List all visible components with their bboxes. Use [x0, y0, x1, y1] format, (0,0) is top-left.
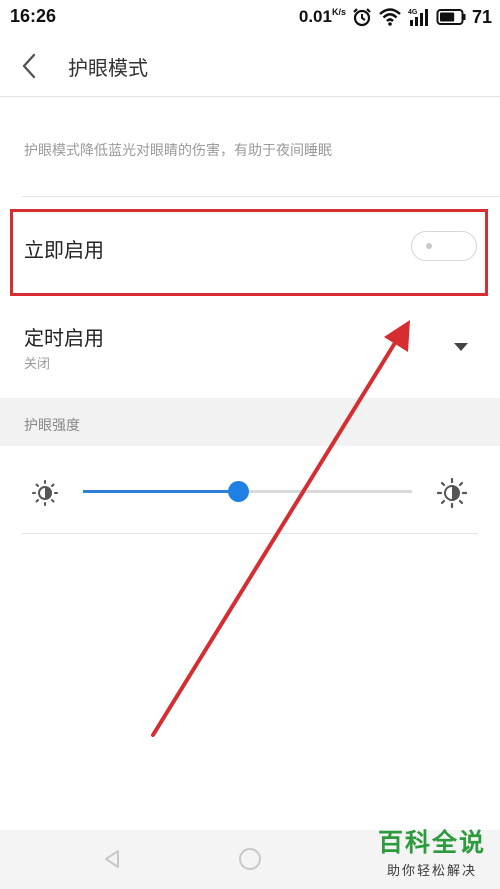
network-speed-unit: K/s [331, 7, 346, 17]
wifi-icon [378, 7, 402, 27]
page-title: 护眼模式 [68, 56, 148, 80]
header-divider [0, 96, 500, 97]
status-icons: 0.01K/s 4G 71 [299, 5, 492, 29]
brightness-high-icon [436, 477, 468, 509]
signal-icon: 4G [408, 7, 430, 27]
description-divider [22, 196, 500, 197]
chevron-down-icon[interactable] [454, 343, 468, 351]
status-bar: 16:26 0.01K/s 4G 71 [0, 0, 500, 34]
back-button[interactable] [14, 50, 50, 82]
brightness-low-icon [30, 478, 60, 508]
intensity-slider-thumb[interactable] [227, 481, 249, 502]
network-speed: 0.01K/s [299, 7, 346, 27]
network-speed-value: 0.01 [298, 7, 332, 26]
alarm-icon [352, 7, 372, 27]
schedule-enable-row[interactable]: 定时启用 关闭 [0, 310, 500, 396]
schedule-enable-value: 关闭 [24, 357, 51, 372]
instant-enable-row[interactable]: 立即启用 [0, 198, 500, 298]
battery-percent: 71 [471, 6, 492, 27]
header: 护眼模式 [0, 34, 500, 96]
network-type-label: 4G [408, 9, 418, 16]
nav-back-icon[interactable] [100, 847, 124, 871]
back-icon [22, 53, 36, 79]
instant-enable-toggle[interactable] [411, 231, 477, 261]
watermark-subtitle: 助你轻松解决 [386, 864, 477, 879]
instant-enable-label: 立即启用 [24, 238, 104, 262]
intensity-slider-fill [83, 490, 238, 493]
battery-icon [436, 8, 466, 26]
watermark-title: 百科全说 [377, 828, 486, 857]
schedule-enable-label: 定时启用 [24, 326, 104, 350]
watermark-logo: 百科全说 助你轻松解决 [368, 826, 496, 886]
status-time: 16:26 [10, 6, 57, 26]
intensity-slider[interactable] [83, 481, 412, 502]
toggle-knob [426, 243, 432, 249]
intensity-section-header: 护眼强度 [0, 398, 500, 446]
slider-divider [22, 533, 478, 534]
mode-description: 护眼模式降低蓝光对眼睛的伤害，有助于夜间睡眠 [24, 143, 332, 159]
intensity-slider-row [0, 446, 500, 536]
intensity-section-label: 护眼强度 [24, 418, 80, 434]
nav-home-icon[interactable] [238, 847, 262, 871]
